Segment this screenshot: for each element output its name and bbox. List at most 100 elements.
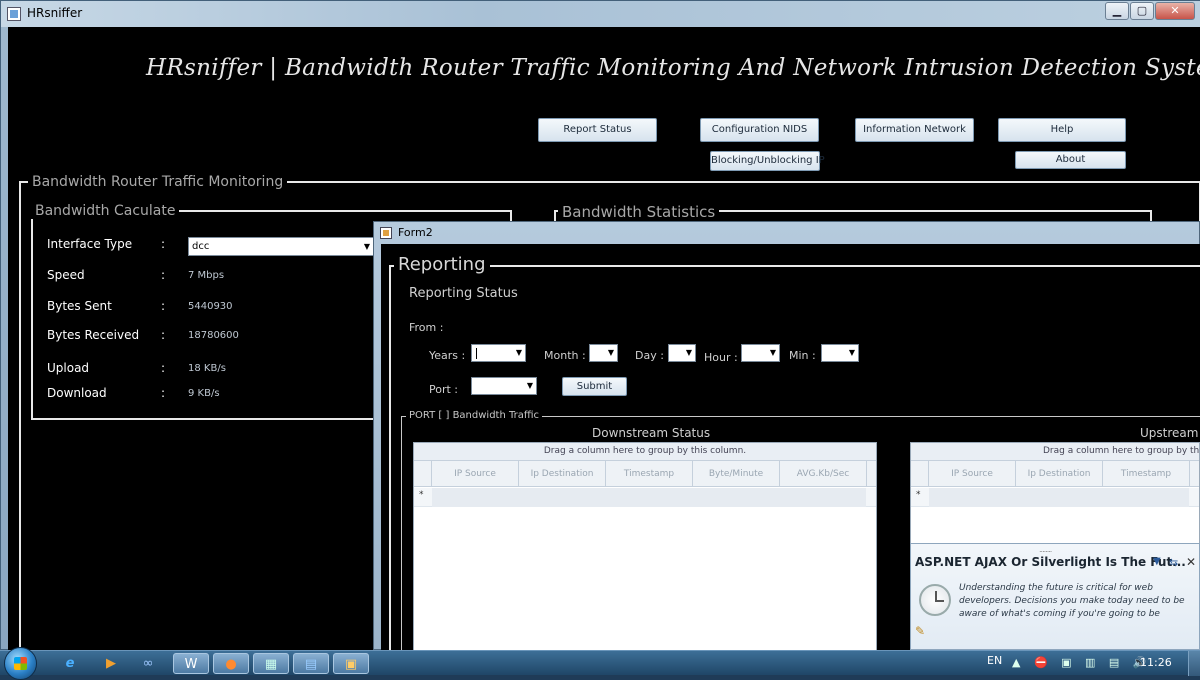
system-tray-icons[interactable]: ▲ ⛔ ▣ ▥ ▤ 🔊 xyxy=(1012,656,1152,669)
new-row[interactable]: * xyxy=(414,488,876,507)
downstream-status-title: Downstream Status xyxy=(592,426,711,440)
port-label: Port : xyxy=(429,383,459,396)
internet-explorer-icon[interactable]: e xyxy=(52,653,88,674)
interface-type-select[interactable]: dcc ▼ xyxy=(188,237,374,256)
clock-icon xyxy=(919,584,951,616)
app-icon xyxy=(7,7,21,21)
years-label: Years : xyxy=(429,349,466,362)
close-icon[interactable]: ✕ xyxy=(1186,555,1196,569)
hour-select[interactable]: ▼ xyxy=(741,344,780,362)
colon: : xyxy=(161,328,166,342)
column-ip-destination[interactable]: Ip Destination xyxy=(1016,461,1103,487)
taskbar: e ▶ ∞ W ● ▦ ▤ ▣ EN ▲ ⛔ ▣ ▥ ▤ 🔊 11:26 xyxy=(0,647,1200,680)
downstream-grid[interactable]: Drag a column here to group by this colu… xyxy=(413,442,877,652)
column-timestamp[interactable]: Timestamp xyxy=(606,461,693,487)
bandwidth-statistics-label: Bandwidth Statistics xyxy=(558,203,720,221)
close-button[interactable]: ✕ xyxy=(1155,2,1195,20)
port-bandwidth-label: PORT [ ] Bandwidth Traffic xyxy=(406,410,543,421)
group-by-panel[interactable]: Drag a column here to group by thi xyxy=(911,443,1199,461)
colon: : xyxy=(161,299,166,313)
form2-title: Form2 xyxy=(398,226,433,239)
help-button[interactable]: Help xyxy=(998,118,1126,142)
colon: : xyxy=(161,361,166,375)
bytes-sent-value: 5440930 xyxy=(188,301,233,312)
interface-type-value: dcc xyxy=(192,241,210,252)
upload-value: 18 KB/s xyxy=(188,363,226,374)
new-row-marker: * xyxy=(419,490,424,500)
chevron-down-icon[interactable]: ▼ xyxy=(1153,556,1161,567)
column-timestamp[interactable]: Timestamp xyxy=(1103,461,1190,487)
information-network-button[interactable]: Information Network xyxy=(855,118,974,142)
network-link-icon[interactable]: ∞ xyxy=(130,653,166,674)
about-button[interactable]: About xyxy=(1015,151,1126,169)
column-byte-minute[interactable]: Byte/Minute xyxy=(693,461,780,487)
new-row-cells[interactable] xyxy=(929,488,1189,507)
new-row-marker: * xyxy=(916,490,921,500)
month-label: Month : xyxy=(544,349,586,362)
new-row[interactable]: * xyxy=(911,488,1199,507)
chevron-down-icon: ▼ xyxy=(526,381,533,390)
form2-titlebar[interactable]: Form2 xyxy=(374,222,1200,244)
group-by-panel[interactable]: Drag a column here to group by this colu… xyxy=(414,443,876,461)
start-button[interactable] xyxy=(4,647,37,680)
visual-studio-icon[interactable]: ▤ xyxy=(293,653,329,674)
word-icon[interactable]: W xyxy=(173,653,209,674)
upload-label: Upload xyxy=(47,361,90,375)
day-select[interactable]: ▼ xyxy=(668,344,696,362)
interface-type-label: Interface Type xyxy=(47,237,133,251)
show-desktop-button[interactable] xyxy=(1188,651,1200,676)
language-indicator[interactable]: EN xyxy=(987,654,1002,667)
colon: : xyxy=(161,386,166,400)
min-select[interactable]: ▼ xyxy=(821,344,859,362)
min-label: Min : xyxy=(789,349,816,362)
firefox-icon[interactable]: ● xyxy=(213,653,249,674)
application-icon[interactable]: ▦ xyxy=(253,653,289,674)
row-indicator-header xyxy=(414,461,432,486)
column-ip-source[interactable]: IP Source xyxy=(432,461,519,487)
bytes-sent-label: Bytes Sent xyxy=(47,299,112,313)
colon: : xyxy=(161,237,166,251)
form2-app-icon xyxy=(380,227,392,239)
port-select[interactable]: ▼ xyxy=(471,377,537,395)
configuration-nids-button[interactable]: Configuration NIDS xyxy=(700,118,819,142)
pencil-icon[interactable]: ✎ xyxy=(915,624,925,638)
speed-label: Speed xyxy=(47,268,85,282)
notification-title[interactable]: ASP.NET AJAX Or Silverlight Is The Fut..… xyxy=(915,555,1186,569)
column-avg-kb-sec[interactable]: AVG.Kb/Sec xyxy=(780,461,867,487)
window-title: HRsniffer xyxy=(27,6,83,20)
hour-label: Hour : xyxy=(704,351,738,364)
media-player-icon[interactable]: ▶ xyxy=(93,653,129,674)
main-titlebar[interactable]: HRsniffer ▁ ▢ ✕ xyxy=(1,1,1200,27)
hrsniffer-taskbar-icon[interactable]: ▣ xyxy=(333,653,369,674)
blocking-unblocking-ip-button[interactable]: Blocking/Unblocking IP xyxy=(710,151,825,171)
colon: : xyxy=(161,268,166,282)
chevron-down-icon: ▼ xyxy=(515,348,522,357)
notification-body: Understanding the future is critical for… xyxy=(959,583,1185,619)
pin-icon[interactable]: ⇆ xyxy=(1169,556,1178,569)
years-select[interactable]: ▼ xyxy=(471,344,526,362)
bytes-received-label: Bytes Received xyxy=(47,328,140,342)
new-row-cells[interactable] xyxy=(432,488,866,507)
bandwidth-calculate-label: Bandwidth Caculate xyxy=(31,203,180,219)
reporting-group-label: Reporting xyxy=(394,254,490,275)
drag-grip[interactable]: ........ xyxy=(1039,545,1052,554)
upstream-status-title: Upstream S xyxy=(1140,426,1200,440)
month-select[interactable]: ▼ xyxy=(589,344,618,362)
chevron-down-icon: ▼ xyxy=(848,348,855,357)
maximize-button[interactable]: ▢ xyxy=(1130,2,1154,20)
report-status-button[interactable]: Report Status xyxy=(538,118,657,142)
submit-button[interactable]: Submit xyxy=(562,377,627,396)
download-label: Download xyxy=(47,386,107,400)
upstream-grid[interactable]: Drag a column here to group by thi IP So… xyxy=(910,442,1200,552)
chevron-down-icon: ▼ xyxy=(685,348,692,357)
system-clock[interactable]: 11:26 xyxy=(1140,656,1172,669)
notification-popup[interactable]: ........ ASP.NET AJAX Or Silverlight Is … xyxy=(910,543,1200,650)
day-label: Day : xyxy=(635,349,664,362)
column-ip-destination[interactable]: Ip Destination xyxy=(519,461,606,487)
column-ip-source[interactable]: IP Source xyxy=(929,461,1016,487)
minimize-button[interactable]: ▁ xyxy=(1105,2,1129,20)
bytes-received-value: 18780600 xyxy=(188,330,239,341)
from-label: From : xyxy=(409,321,444,334)
grid-header: IP Source Ip Destination Timestamp xyxy=(911,461,1199,487)
speed-value: 7 Mbps xyxy=(188,270,225,281)
